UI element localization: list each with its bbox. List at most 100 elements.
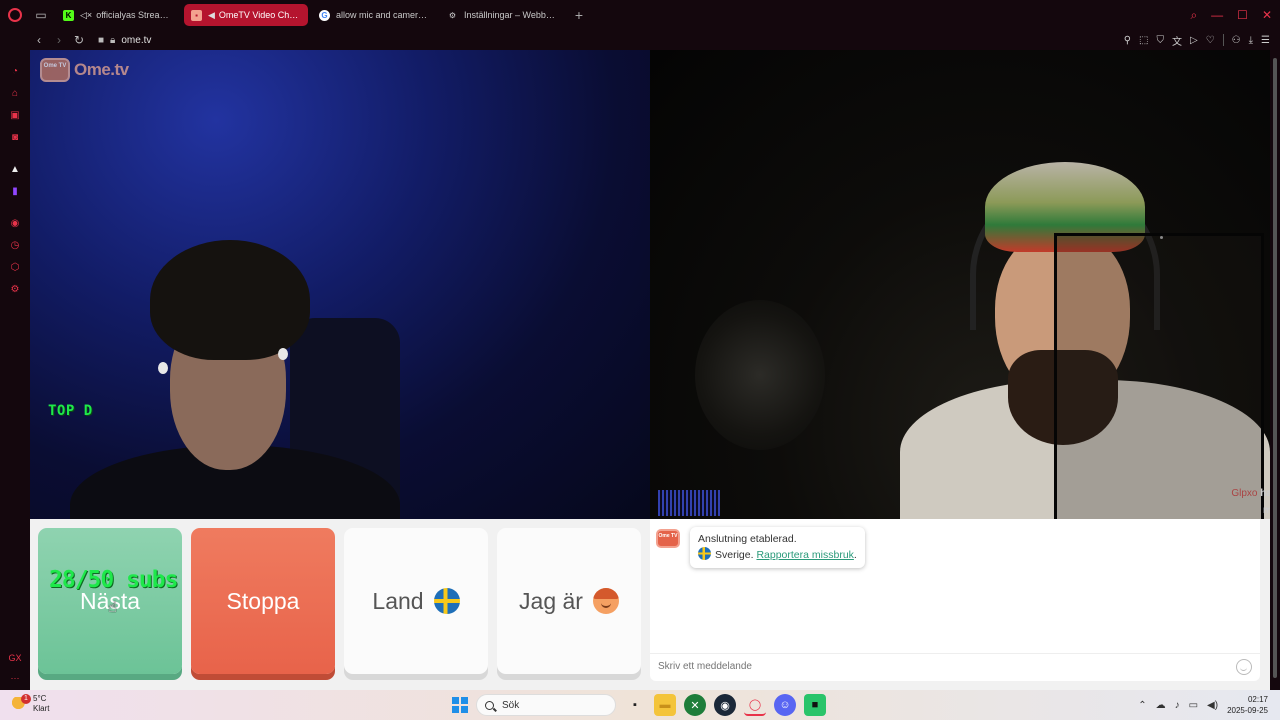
notification-badge: 1 — [21, 694, 31, 704]
remote-video: Glpxo han mo — [650, 50, 1270, 519]
earbud-icon — [158, 362, 168, 374]
clock[interactable]: 02:17 2025-09-25 — [1227, 694, 1268, 716]
boy-avatar-icon — [592, 588, 619, 614]
gender-button[interactable]: Jag är — [497, 528, 641, 674]
cloud-icon[interactable]: ☁ — [1156, 700, 1166, 711]
opera-menu-button[interactable] — [0, 0, 30, 30]
url-field[interactable]: ome.tv — [121, 35, 151, 46]
search-icon — [485, 700, 494, 710]
chat-message: han — [1260, 488, 1270, 499]
tabs-icon: ▭ — [35, 8, 47, 22]
settings-sidebar-icon[interactable]: ⚙ — [0, 278, 30, 300]
ometv-chat-icon: Ome TV — [656, 529, 680, 548]
close-icon[interactable]: ✕ — [1262, 8, 1272, 22]
tab-title: allow mic and camera op — [336, 10, 429, 20]
country-line: Sverige. Rapportera missbruk. — [698, 547, 857, 563]
ometv-logo[interactable]: Ome TV Ome.tv — [40, 58, 129, 82]
person-hair — [150, 240, 310, 360]
more-icon[interactable]: ··· — [0, 668, 30, 688]
task-view-icon[interactable]: ▪ — [624, 694, 646, 716]
toolbar-right: ⚲ ⬚ ⛉ 文 ▷ ♡ ⚇ ⤓ ☰ — [1124, 30, 1270, 50]
chat-message: mo — [1263, 505, 1270, 516]
weather-widget[interactable]: 1 5°C Klart — [12, 694, 49, 714]
menu-icon[interactable]: ☰ — [1261, 35, 1270, 46]
obs-app-icon[interactable]: ■ — [804, 694, 826, 716]
facecam-dot — [1160, 236, 1163, 239]
speaker-icon[interactable]: ◀ — [208, 10, 215, 21]
system-message: Anslutning etablerad. Sverige. Rapporter… — [690, 527, 865, 568]
maximize-icon[interactable]: ☐ — [1237, 8, 1248, 22]
page-viewport: Ome TV Ome.tv TOP D Glpxo han mo Nästa S… — [30, 50, 1270, 690]
scrollbar[interactable] — [1270, 50, 1280, 690]
emoji-icon[interactable] — [1236, 659, 1252, 675]
reload-button[interactable]: ↻ — [70, 33, 88, 47]
new-tab-button[interactable]: + — [570, 7, 588, 23]
windows-start-icon[interactable] — [452, 697, 468, 713]
ai-icon[interactable]: ⌂ — [0, 82, 30, 104]
taskbar-search[interactable]: Sök — [476, 694, 616, 716]
country-button[interactable]: Land — [344, 528, 488, 674]
window-controls: ⌕ — ☐ ✕ — [1190, 0, 1272, 30]
ometv-logo-text: Ome.tv — [74, 60, 129, 79]
taskbar-apps: Sök ▪ ▬ ✕ ◉ ◯ ☺ ■ — [452, 693, 826, 717]
shield-icon[interactable]: ⛉ — [1156, 35, 1164, 46]
tab-strip: ▭ K ◁× officialyas Stream – W ▪ ◀ OmeTV … — [0, 0, 1280, 30]
player-sidebar-icon[interactable]: ◉ — [0, 212, 30, 234]
history-icon[interactable]: ◷ — [0, 234, 30, 256]
weather-condition: Klart — [33, 704, 50, 713]
tab-title: Inställningar – Webbplats — [464, 10, 557, 20]
fan-shape — [695, 300, 825, 450]
xbox-icon[interactable]: ✕ — [684, 694, 706, 716]
messenger-icon[interactable]: ▣ — [0, 104, 30, 126]
period: . — [853, 549, 857, 561]
tab-overview-button[interactable]: ▭ — [30, 4, 52, 26]
aria-icon[interactable]: ◔ — [0, 60, 30, 82]
country-button-label: Land — [372, 587, 424, 614]
kick-icon: K — [63, 9, 74, 21]
tab-ometv[interactable]: ▪ ◀ OmeTV Video Chat – — [184, 4, 308, 26]
translate-icon[interactable]: 文 — [1172, 33, 1182, 48]
chevron-up-icon[interactable]: ⌃ — [1138, 700, 1146, 711]
kick-sidebar-icon[interactable]: ▲ — [0, 158, 30, 180]
snapshot-icon[interactable]: ⬚ — [1139, 35, 1148, 46]
camera-icon[interactable]: ■ — [98, 35, 104, 46]
profile-icon[interactable]: ⚇ — [1232, 35, 1241, 46]
lock-icon[interactable]: 🔒︎ — [110, 35, 115, 46]
minimize-icon[interactable]: — — [1211, 8, 1223, 22]
toolbar-divider — [1222, 34, 1224, 46]
twitch-icon[interactable]: ▮ — [0, 180, 30, 202]
chat-panel: Ome TV Anslutning etablerad. Sverige. Ra… — [650, 519, 1260, 681]
tab-kick[interactable]: K ◁× officialyas Stream – W — [56, 4, 180, 26]
connection-status: Anslutning etablerad. — [698, 533, 797, 545]
stop-button[interactable]: Stoppa — [191, 528, 335, 674]
system-tray: ⌃ ☁ ♪ ▭ ◀) 02:17 2025-09-25 — [1138, 690, 1268, 720]
sun-icon: 1 — [12, 694, 31, 711]
microphone-icon[interactable]: ♪ — [1175, 700, 1180, 711]
opera-gx-icon[interactable]: ◯ — [744, 694, 766, 716]
hand-cursor-icon: ☝ — [108, 599, 118, 616]
download-icon[interactable]: ⤓ — [1249, 35, 1253, 46]
discord-icon[interactable]: ☺ — [774, 694, 796, 716]
tab-settings[interactable]: ⚙ Inställningar – Webbplats — [440, 4, 564, 26]
sidebar: ◔ ⌂ ▣ ◙ ▲ ▮ ◉ ◷ ⬡ ⚙ GX ··· — [0, 50, 30, 690]
volume-icon[interactable]: ◀) — [1207, 700, 1218, 711]
sweden-flag-icon — [698, 547, 711, 560]
heart-icon[interactable]: ♡ — [1206, 35, 1215, 46]
scrollbar-thumb[interactable] — [1273, 58, 1277, 678]
file-explorer-icon[interactable]: ▬ — [654, 694, 676, 716]
message-input[interactable] — [658, 661, 1218, 672]
mute-icon[interactable]: ◁× — [80, 10, 92, 21]
report-abuse-link[interactable]: Rapportera missbruk — [756, 549, 853, 561]
player-icon[interactable]: ▷ — [1190, 35, 1198, 46]
steam-icon[interactable]: ◉ — [714, 694, 736, 716]
pin-icon[interactable]: ⚲ — [1124, 35, 1131, 46]
forward-button[interactable]: › — [50, 33, 68, 47]
extensions-icon[interactable]: ⬡ — [0, 256, 30, 278]
gx-icon[interactable]: GX — [0, 648, 30, 668]
opera-icon — [8, 8, 22, 22]
search-icon[interactable]: ⌕ — [1190, 8, 1197, 23]
back-button[interactable]: ‹ — [30, 33, 48, 47]
network-icon[interactable]: ▭ — [1189, 700, 1198, 711]
mail-icon[interactable]: ◙ — [0, 126, 30, 148]
tab-google[interactable]: G allow mic and camera op — [312, 4, 436, 26]
